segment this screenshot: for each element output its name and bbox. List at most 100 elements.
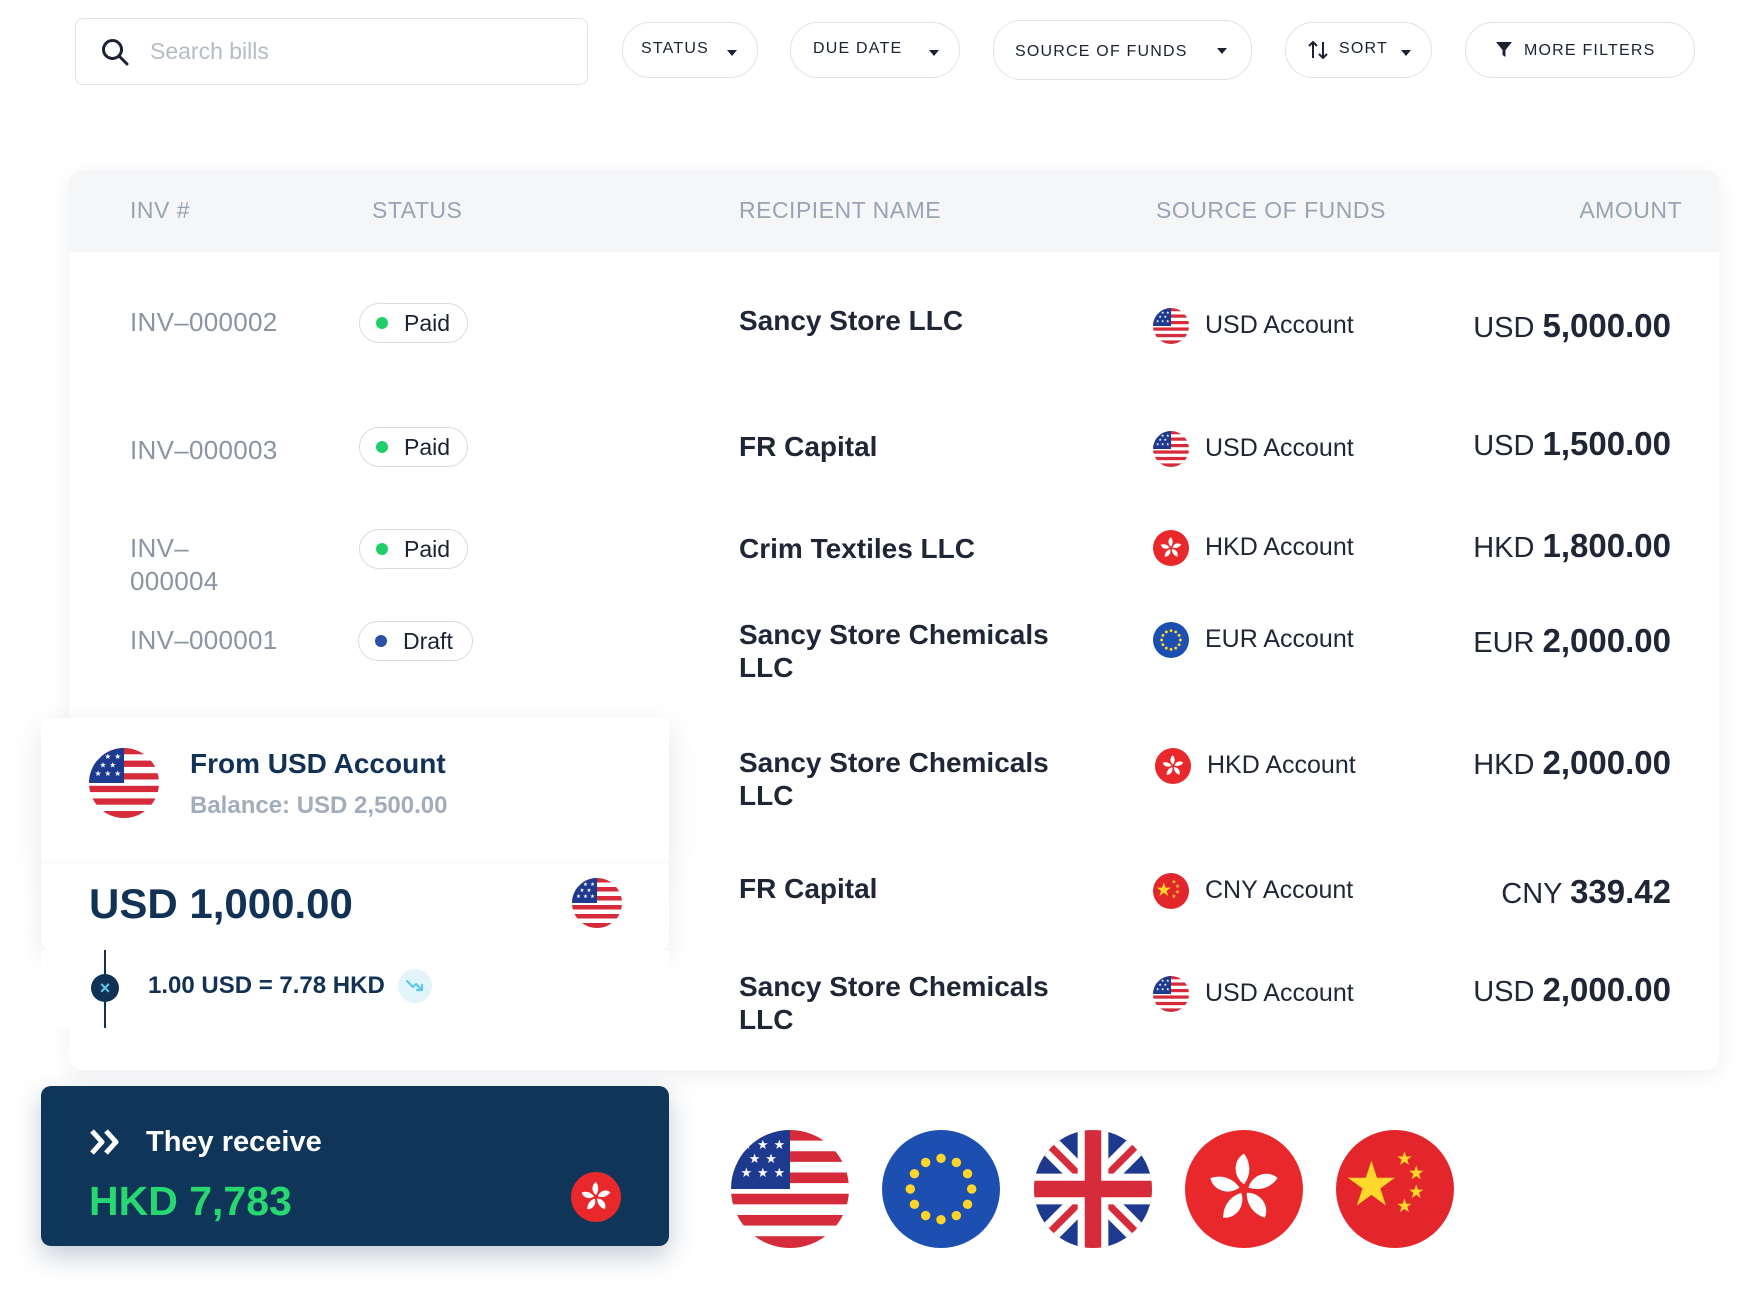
- eu-flag-icon: [882, 1130, 1000, 1248]
- us-flag-icon: [1153, 976, 1189, 1012]
- amount-value: 1,800.00: [1542, 527, 1671, 564]
- recipient-name-line1: Sancy Store Chemicals: [739, 747, 1049, 778]
- from-account-card[interactable]: From USD Account Balance: USD 2,500.00: [41, 718, 669, 864]
- amount-value: 339.42: [1570, 873, 1671, 910]
- source-of-funds-filter-button[interactable]: SOURCE OF FUNDS: [993, 20, 1252, 80]
- multiply-icon: ×: [91, 974, 119, 1002]
- status-dot: [376, 317, 388, 329]
- amount-value: 2,000.00: [1542, 622, 1671, 659]
- receive-label: They receive: [146, 1126, 322, 1158]
- uk-flag-icon: [1034, 1130, 1152, 1248]
- recipient-name: FR Capital: [739, 431, 878, 462]
- status-dot: [376, 543, 388, 555]
- cn-flag-icon: [1153, 873, 1189, 909]
- chevron-down-icon: [727, 50, 737, 56]
- hk-flag-icon: [1185, 1130, 1303, 1248]
- amount: HKD 1,800.00: [1473, 527, 1671, 565]
- recipient-name-line2: LLC: [739, 780, 794, 811]
- amount: USD 1,500.00: [1473, 425, 1671, 463]
- col-header-inv: INV #: [130, 197, 191, 223]
- invoice-number: INV–000001: [130, 625, 278, 655]
- source-account: EUR Account: [1205, 625, 1354, 653]
- us-flag-icon: [572, 878, 622, 928]
- col-header-status: STATUS: [372, 197, 463, 223]
- filter-funnel-icon: [1496, 42, 1512, 57]
- recipient-name-line1: Sancy Store Chemicals: [739, 619, 1049, 650]
- amount-currency: USD: [1473, 976, 1535, 1008]
- amount: CNY 339.42: [1501, 873, 1671, 911]
- search-icon: [102, 38, 129, 65]
- source-account: USD Account: [1205, 979, 1354, 1007]
- status-text: Draft: [403, 627, 453, 654]
- eu-flag-icon: [1153, 622, 1189, 658]
- sort-label: SORT: [1339, 40, 1388, 57]
- status-text: Paid: [404, 309, 451, 336]
- double-chevron-right-icon: [90, 1129, 119, 1155]
- recipient-name: Sancy Store LLC: [739, 305, 964, 336]
- search-box[interactable]: [75, 18, 588, 85]
- status-badge: Paid: [359, 529, 468, 569]
- amount-currency: USD: [1473, 430, 1535, 462]
- receive-amount: HKD 7,783: [89, 1178, 292, 1224]
- amount-currency: HKD: [1473, 749, 1535, 781]
- amount: HKD 2,000.00: [1473, 744, 1671, 782]
- col-header-recipient: RECIPIENT NAME: [739, 197, 942, 223]
- status-badge: Draft: [358, 621, 473, 661]
- amount: EUR 2,000.00: [1473, 622, 1671, 660]
- send-amount-field[interactable]: USD 1,000.00: [41, 864, 669, 950]
- us-flag-icon: [1153, 308, 1189, 344]
- hk-flag-icon: [571, 1172, 621, 1222]
- invoice-number: INV–000003: [130, 435, 278, 465]
- status-filter-button[interactable]: STATUS: [622, 22, 758, 78]
- status-text: Paid: [404, 535, 451, 562]
- col-header-amount: AMOUNT: [1579, 197, 1682, 223]
- amount-value: 5,000.00: [1542, 307, 1671, 344]
- sort-button[interactable]: SORT: [1285, 22, 1432, 78]
- from-account-title: From USD Account: [190, 748, 446, 779]
- invoice-number-line1: INV–: [130, 533, 190, 563]
- amount-value: 2,000.00: [1542, 971, 1671, 1008]
- they-receive-card: They receive HKD 7,783: [41, 1086, 669, 1246]
- source-account: USD Account: [1205, 434, 1354, 462]
- from-account-balance: Balance: USD 2,500.00: [190, 792, 448, 819]
- chevron-down-icon: [929, 50, 939, 56]
- invoice-number: INV–000002: [130, 307, 278, 337]
- due-date-filter-label: DUE DATE: [813, 40, 903, 57]
- more-filters-label: MORE FILTERS: [1524, 42, 1656, 59]
- recipient-name: FR Capital: [739, 873, 878, 904]
- us-flag-icon: [1153, 431, 1189, 467]
- hk-flag-icon: [1155, 748, 1191, 784]
- chevron-down-icon: [1217, 48, 1227, 54]
- trend-down-icon: [398, 969, 432, 1003]
- amount-value: 2,000.00: [1542, 744, 1671, 781]
- status-dot: [375, 635, 387, 647]
- us-flag-icon: [731, 1130, 849, 1248]
- due-date-filter-button[interactable]: DUE DATE: [790, 22, 960, 78]
- exchange-rate: 1.00 USD = 7.78 HKD: [148, 972, 385, 999]
- table-header: INV # STATUS RECIPIENT NAME SOURCE OF FU…: [69, 170, 1719, 252]
- recipient-name-line2: LLC: [739, 652, 794, 683]
- source-of-funds-filter-label: SOURCE OF FUNDS: [1015, 43, 1188, 60]
- recipient-name-line1: Sancy Store Chemicals: [739, 971, 1049, 1002]
- us-flag-icon: [89, 748, 159, 818]
- exchange-rate-row: × 1.00 USD = 7.78 HKD: [41, 950, 669, 1028]
- amount: USD 2,000.00: [1473, 971, 1671, 1009]
- source-account: HKD Account: [1207, 751, 1356, 779]
- status-dot: [376, 441, 388, 453]
- col-header-source: SOURCE OF FUNDS: [1156, 197, 1386, 223]
- status-badge: Paid: [359, 303, 468, 343]
- recipient-name: Crim Textiles LLC: [739, 533, 975, 564]
- recipient-name: Sancy Store Chemicals LLC: [739, 618, 1049, 684]
- recipient-name: Sancy Store Chemicals LLC: [739, 970, 1049, 1036]
- more-filters-button[interactable]: MORE FILTERS: [1465, 22, 1695, 78]
- cn-flag-icon: [1336, 1130, 1454, 1248]
- amount-currency: USD: [1473, 312, 1535, 344]
- invoice-number-line2: 000004: [130, 566, 219, 596]
- chevron-down-icon: [1401, 50, 1411, 56]
- recipient-name-line2: LLC: [739, 1004, 794, 1035]
- sort-arrows-icon: [1308, 40, 1328, 60]
- send-amount: USD 1,000.00: [89, 880, 353, 927]
- amount-currency: CNY: [1501, 878, 1562, 910]
- search-input[interactable]: [148, 37, 548, 66]
- source-account: USD Account: [1205, 311, 1354, 339]
